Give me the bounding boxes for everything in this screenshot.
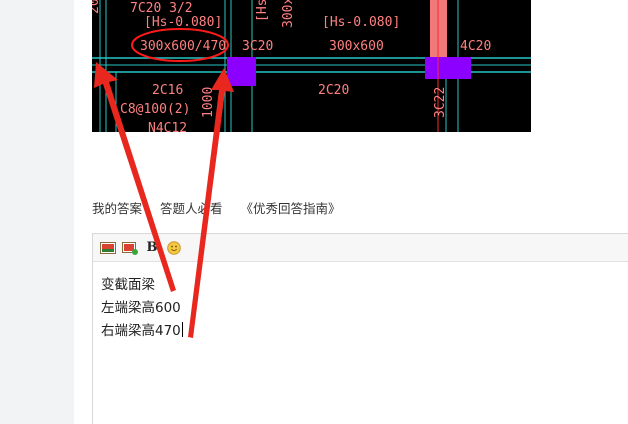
photo-upload-icon[interactable]	[122, 241, 138, 255]
editor-line-1: 变截面梁	[101, 277, 155, 293]
label-stirrup: C8@100(2)	[120, 102, 190, 117]
answer-editor[interactable]: B 变截面梁 左端梁高600 右端梁高470	[92, 233, 628, 424]
must-read-link[interactable]: 答题人必看	[160, 201, 223, 216]
editor-content[interactable]: 变截面梁 左端梁高600 右端梁高470	[93, 262, 628, 355]
editor-line-3-text: 右端梁高470	[101, 323, 181, 339]
label-top-right-vertical-b: 300x6	[281, 0, 296, 28]
answer-links-bar: 我的答案 答题人必看 《优秀回答指南》	[92, 198, 355, 217]
label-top-left-vertical: 200	[92, 0, 102, 14]
column-block-right	[425, 57, 471, 79]
text-caret	[181, 322, 183, 337]
editor-toolbar: B	[93, 234, 628, 262]
label-rebar-4c20: 4C20	[460, 39, 491, 54]
editor-line-3: 右端梁高470	[101, 320, 623, 343]
label-bottom-2c20: 2C20	[318, 83, 349, 98]
label-rebar-3c20: 3C20	[242, 39, 273, 54]
image-icon[interactable]	[100, 241, 116, 255]
label-waist: N4C12	[148, 121, 187, 132]
answer-guide-link[interactable]: 《优秀回答指南》	[241, 201, 341, 216]
editor-line-2: 左端梁高600	[101, 300, 181, 316]
label-elev-right: [Hs-0.080]	[322, 15, 400, 30]
my-answer-link[interactable]: 我的答案	[92, 201, 142, 216]
label-section-left: 300x600/470	[140, 39, 226, 54]
left-sidebar-strip	[0, 0, 74, 424]
label-section-right: 300x600	[329, 39, 384, 54]
label-mid-vertical: 1000	[201, 87, 216, 118]
label-top-right-vertical: [Hs	[255, 0, 270, 22]
label-bottom-2c16: 2C16	[152, 83, 183, 98]
column-block-left	[227, 57, 256, 86]
label-col-3c22: 3C22	[433, 87, 448, 118]
emoji-icon[interactable]	[166, 240, 182, 255]
label-top-beam-rebar: 7C20 3/2	[130, 1, 193, 16]
cad-drawing-svg: 200 7C20 3/2 [Hs-0.080] 300x600/470 [Hs …	[92, 0, 531, 132]
label-elev-left: [Hs-0.080]	[144, 15, 222, 30]
cad-drawing-image: 200 7C20 3/2 [Hs-0.080] 300x600/470 [Hs …	[92, 0, 531, 132]
bold-button[interactable]: B	[144, 240, 160, 255]
